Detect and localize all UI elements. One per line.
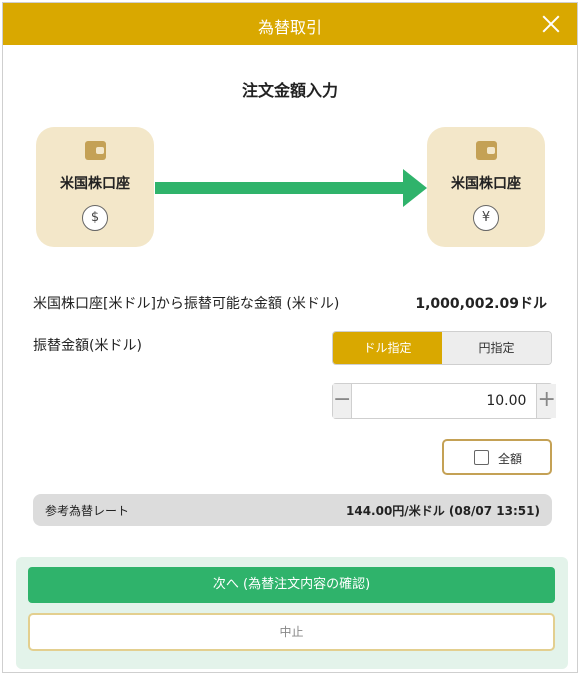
wallet-icon <box>476 141 497 160</box>
transfer-amount-label: 振替金額(米ドル) <box>33 338 142 354</box>
close-icon[interactable] <box>539 12 563 36</box>
yen-icon: ¥ <box>473 205 499 231</box>
from-account-card: 米国株口座 $ <box>36 127 154 247</box>
cancel-button[interactable]: 中止 <box>28 613 555 651</box>
dollar-mode-button[interactable]: ドル指定 <box>333 332 442 364</box>
modal-header: 為替取引 <box>3 3 577 45</box>
full-amount-checkbox[interactable] <box>474 450 489 465</box>
full-amount-button[interactable]: 全額 <box>442 439 552 475</box>
to-account-label: 米国株口座 <box>451 176 521 192</box>
section-title: 注文金額入力 <box>241 81 338 100</box>
wallet-icon <box>85 141 106 160</box>
reference-rate-bar: 参考為替レート 144.00円/米ドル (08/07 13:51) <box>33 494 552 526</box>
arrow-right-icon <box>155 169 427 207</box>
decrement-button[interactable]: − <box>333 384 353 418</box>
reference-rate-value: 144.00円/米ドル (08/07 13:51) <box>346 504 540 518</box>
next-button[interactable]: 次へ (為替注文内容の確認) <box>28 567 555 603</box>
reference-rate-label: 参考為替レート <box>45 504 130 518</box>
full-amount-label: 全額 <box>498 452 523 466</box>
amount-input[interactable] <box>352 384 537 418</box>
yen-mode-button[interactable]: 円指定 <box>442 332 551 364</box>
from-account-label: 米国株口座 <box>60 176 130 192</box>
modal-footer: 次へ (為替注文内容の確認) 中止 <box>16 557 568 669</box>
amount-mode-toggle: ドル指定 円指定 <box>332 331 552 365</box>
to-account-card: 米国株口座 ¥ <box>427 127 545 247</box>
dollar-icon: $ <box>82 205 108 231</box>
increment-button[interactable]: + <box>536 384 556 418</box>
available-amount-label: 米国株口座[米ドル]から振替可能な金額 (米ドル) <box>33 296 340 312</box>
amount-stepper: − + <box>332 383 556 419</box>
modal-title: 為替取引 <box>257 18 322 37</box>
available-amount-value: 1,000,002.09ドル <box>415 296 547 312</box>
exchange-modal: 為替取引 注文金額入力 米国株口座 $ 米国株口座 ¥ 米国株口座[米ドル]から… <box>2 2 578 673</box>
